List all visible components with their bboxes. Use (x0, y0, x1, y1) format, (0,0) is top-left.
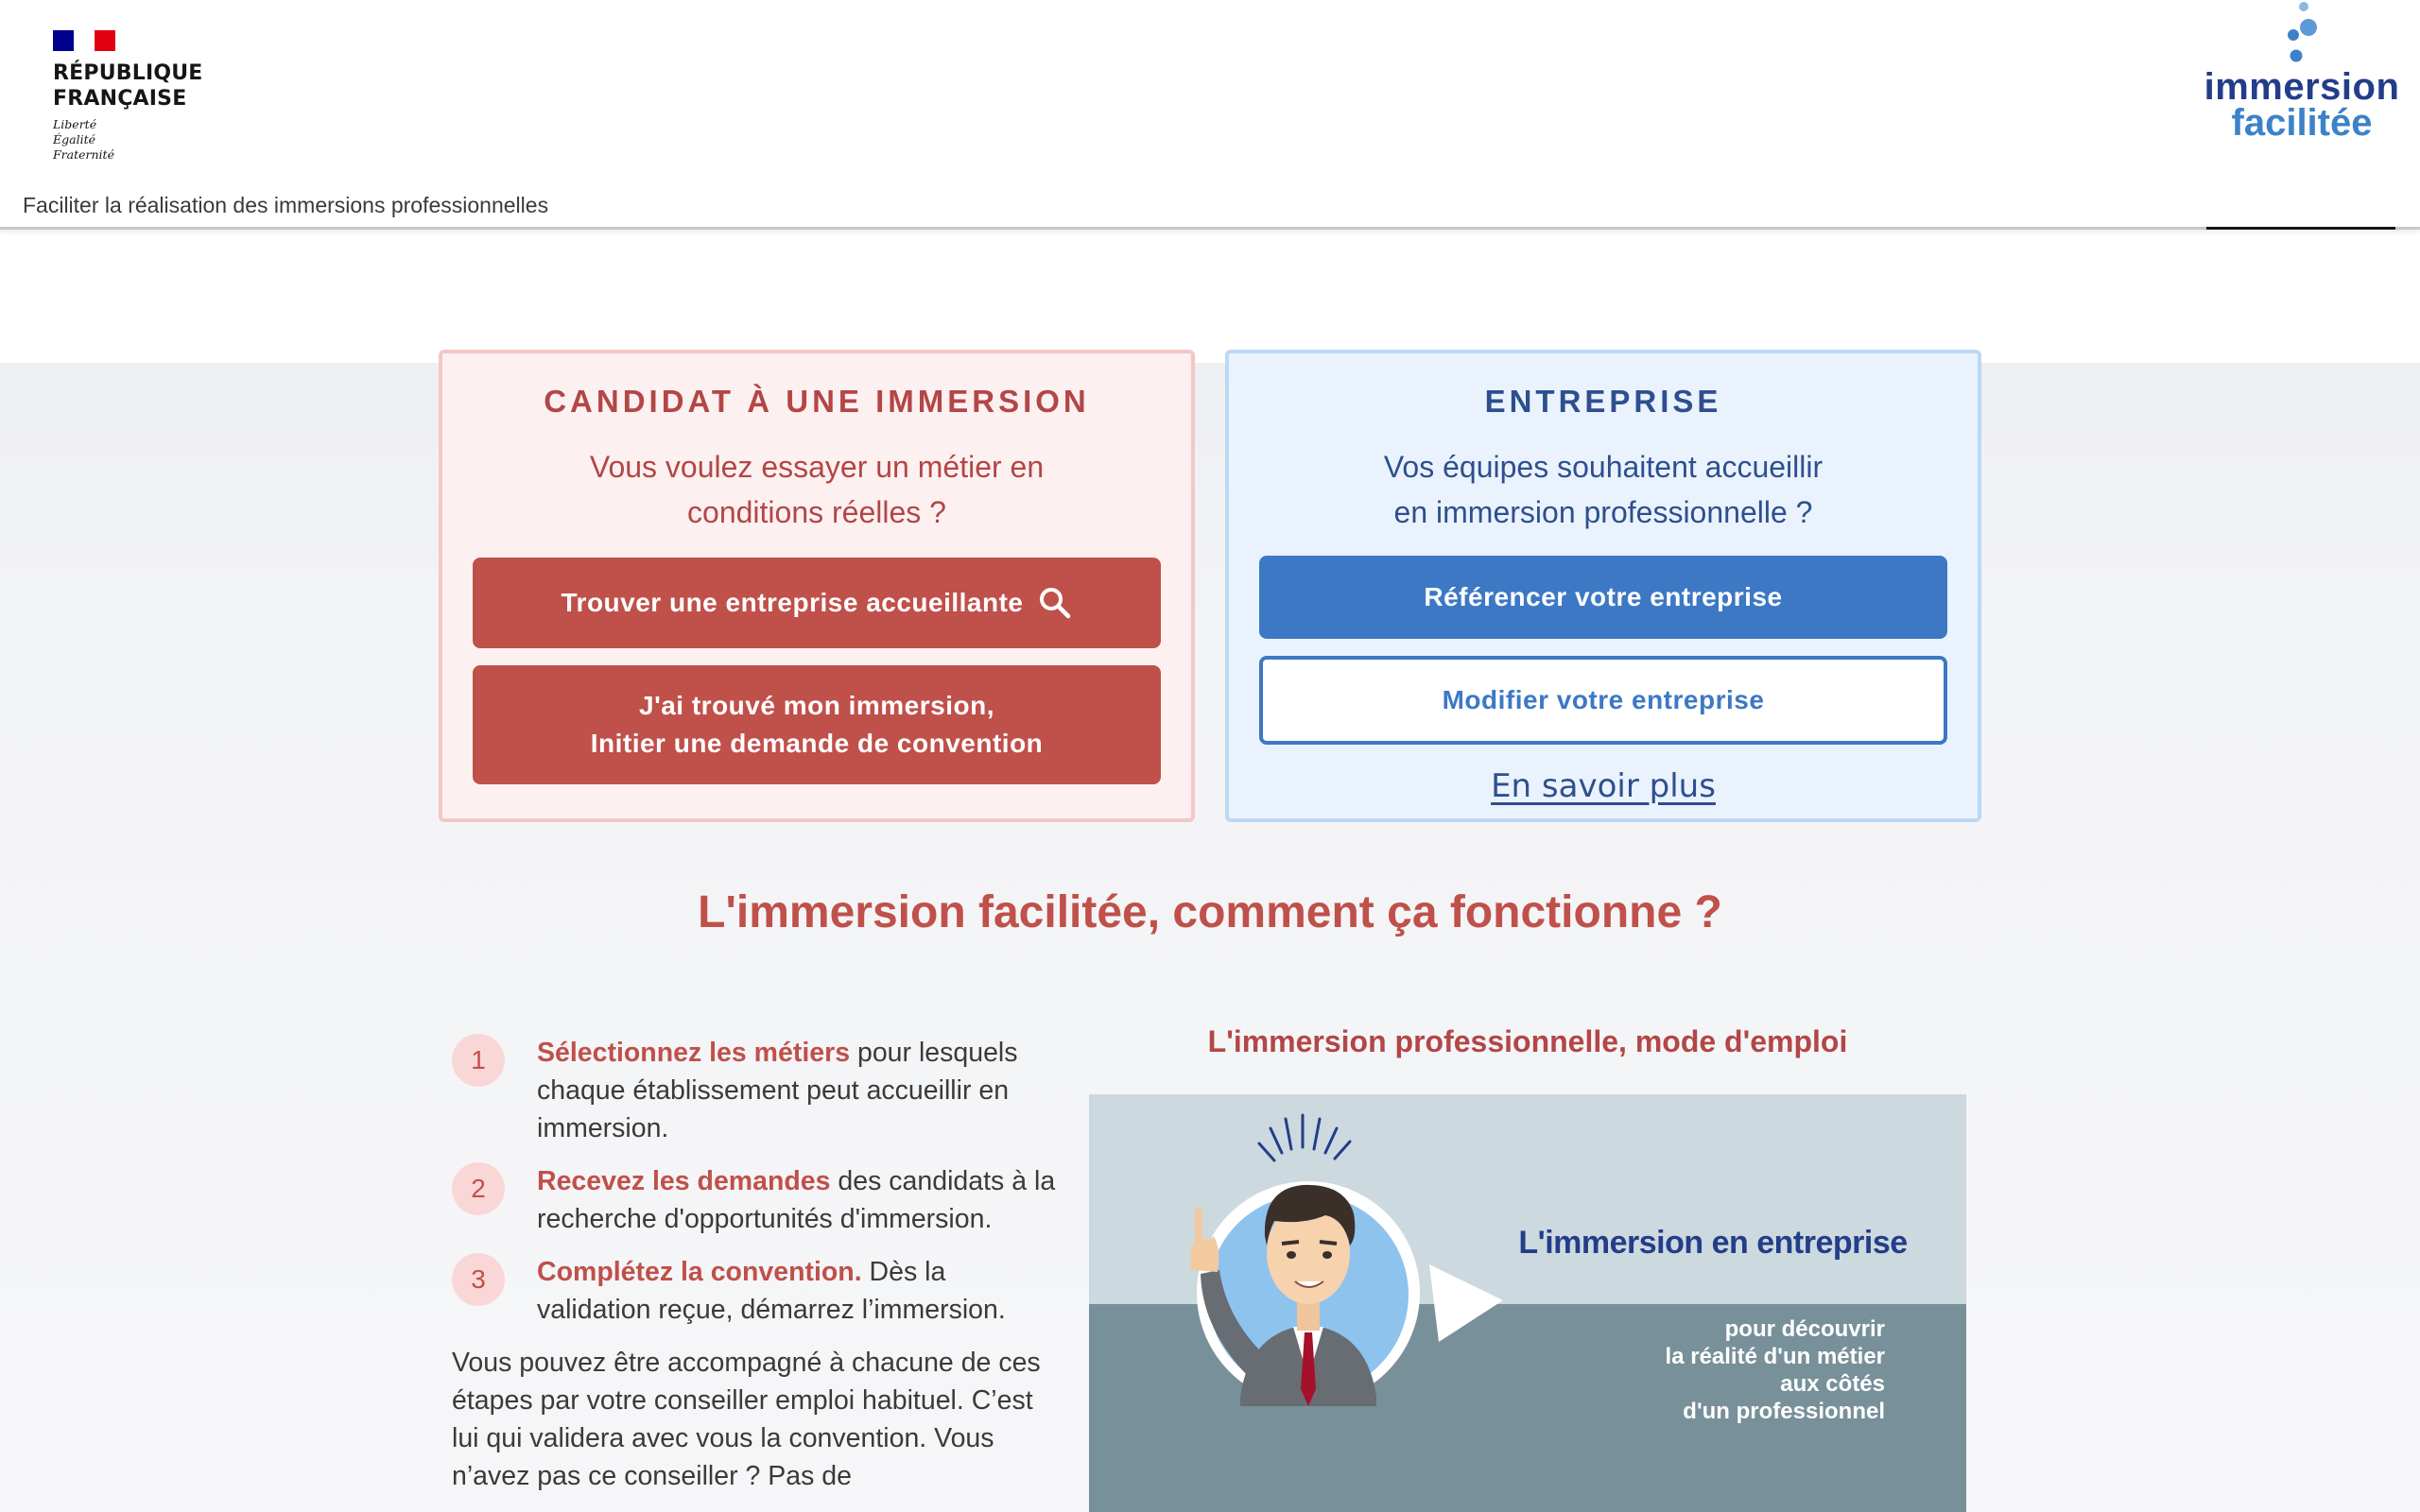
video-subtitle: pour découvrir la réalité d'un métier au… (1562, 1315, 1885, 1425)
step-strong-text: Complétez la convention. (537, 1257, 862, 1287)
step-number: 2 (452, 1162, 505, 1215)
french-flag-icon (53, 30, 115, 51)
site-header: RÉPUBLIQUE FRANÇAISE Liberté Égalité Fra… (0, 0, 2420, 230)
video-heading: L'immersion en entreprise (1518, 1225, 1908, 1261)
search-icon (1039, 588, 1070, 619)
video-player[interactable]: L'immersion en entreprise pour découvrir… (1089, 1094, 1966, 1512)
how-it-works-title: L'immersion facilitée, comment ça foncti… (698, 887, 1722, 937)
register-company-button[interactable]: Référencer votre entreprise (1259, 556, 1947, 639)
video-title: L'immersion professionnelle, mode d'empl… (1207, 1024, 1848, 1058)
enterprise-card-title: ENTREPRISE (1484, 384, 1722, 419)
candidate-card-text: Vous voulez essayer un métier en conditi… (442, 444, 1191, 535)
find-company-label: Trouver une entreprise accueillante (561, 588, 1024, 617)
republic-line-1: RÉPUBLIQUE (53, 61, 203, 85)
convention-label-line-2: Initier une demande de convention (590, 729, 1044, 758)
edit-company-button[interactable]: Modifier votre entreprise (1259, 656, 1947, 745)
video-sub-line-3: aux côtés (1780, 1371, 1885, 1397)
step-number: 3 (452, 1253, 505, 1306)
republic-line-2: FRANÇAISE (53, 87, 187, 111)
start-convention-button[interactable]: J'ai trouvé mon immersion, Initier une d… (473, 665, 1161, 784)
step-item: 2 Recevez les demandes des candidats à l… (452, 1162, 1057, 1238)
motto-fraternite: Fraternité (53, 147, 114, 162)
learn-more-link[interactable]: En savoir plus (1229, 767, 1978, 805)
logo-underline (2206, 227, 2395, 230)
enterprise-text-line-1: Vos équipes souhaitent accueillir (1383, 450, 1824, 484)
candidate-text-line-2: conditions réelles ? (687, 495, 946, 529)
convention-label-line-1: J'ai trouvé mon immersion, (639, 691, 994, 720)
video-sub-line-2: la réalité d'un métier (1665, 1344, 1885, 1369)
candidate-text-line-1: Vous voulez essayer un métier en (589, 450, 1045, 484)
video-sub-line-4: d'un professionnel (1683, 1399, 1885, 1424)
enterprise-text-line-2: en immersion professionnelle ? (1393, 495, 1813, 529)
republic-motto: Liberté Égalité Fraternité (53, 117, 114, 163)
enterprise-card: ENTREPRISE Vos équipes souhaitent accuei… (1225, 350, 1981, 822)
site-tagline: Faciliter la réalisation des immersions … (23, 193, 549, 217)
logo-word-facilitee: facilitée (2231, 102, 2373, 144)
immersion-facilitee-logo[interactable]: immersion facilitée (2203, 0, 2401, 151)
candidate-card-title: CANDIDAT À UNE IMMERSION (544, 384, 1090, 419)
advisor-paragraph: Vous pouvez être accompagné à chacune de… (452, 1348, 1041, 1491)
motto-liberte: Liberté (53, 117, 97, 131)
video-illustration (1190, 1113, 1503, 1406)
step-item: 3 Complétez la convention. Dès la valida… (452, 1253, 1057, 1329)
step-strong-text: Sélectionnez les métiers (537, 1038, 851, 1068)
steps-list: 1 Sélectionnez les métiers pour lesquels… (452, 1034, 1057, 1495)
motto-egalite: Égalité (53, 132, 95, 146)
step-strong-text: Recevez les demandes (537, 1166, 831, 1196)
republic-name[interactable]: RÉPUBLIQUE FRANÇAISE (53, 60, 203, 112)
enterprise-card-text: Vos équipes souhaitent accueillir en imm… (1229, 444, 1978, 535)
step-number: 1 (452, 1034, 505, 1087)
video-sub-line-1: pour découvrir (1724, 1316, 1885, 1342)
candidate-card: CANDIDAT À UNE IMMERSION Vous voulez ess… (439, 350, 1195, 822)
step-item: 1 Sélectionnez les métiers pour lesquels… (452, 1034, 1057, 1147)
find-company-button[interactable]: Trouver une entreprise accueillante (473, 558, 1161, 648)
logo-bubbles-icon (2288, 2, 2317, 62)
